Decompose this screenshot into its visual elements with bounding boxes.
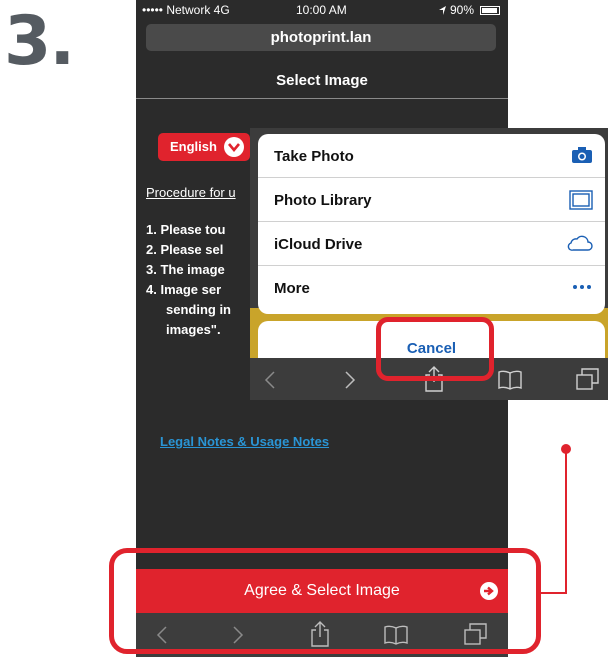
action-label: More [274, 280, 310, 297]
bookmarks-icon[interactable] [498, 370, 522, 390]
cloud-icon [567, 235, 593, 251]
action-photo-library[interactable]: Photo Library [258, 178, 605, 222]
forward-icon[interactable] [344, 370, 356, 390]
action-more[interactable]: More [258, 266, 605, 310]
action-icloud-drive[interactable]: iCloud Drive [258, 222, 605, 266]
action-label: iCloud Drive [274, 236, 363, 253]
tabs-icon[interactable] [576, 368, 600, 390]
photo-library-icon [569, 190, 593, 210]
more-icon [573, 285, 591, 289]
back-icon[interactable] [264, 370, 276, 390]
action-label: Take Photo [274, 148, 354, 165]
camera-icon [572, 147, 592, 163]
agree-highlight [109, 548, 541, 654]
action-label: Photo Library [274, 192, 372, 209]
cancel-highlight [376, 317, 494, 381]
action-sheet-menu: Take Photo Photo Library iCloud Drive Mo… [258, 134, 605, 314]
action-take-photo[interactable]: Take Photo [258, 134, 605, 178]
